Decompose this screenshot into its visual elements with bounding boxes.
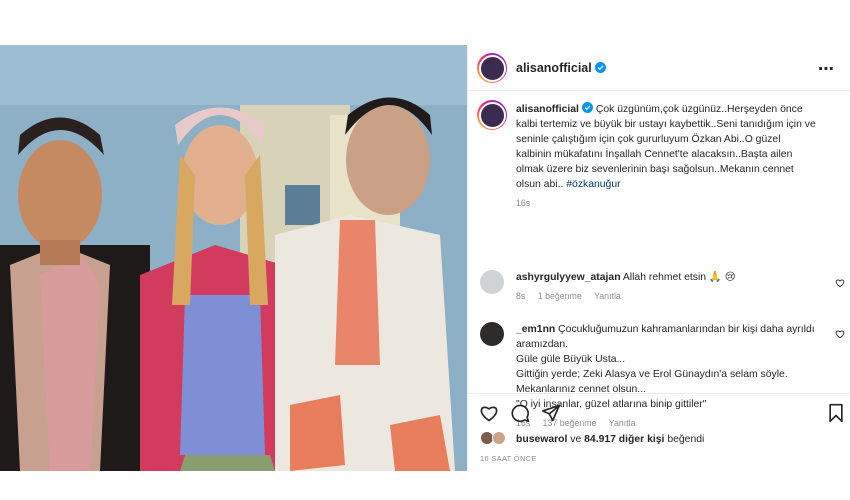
comment-like-heart-icon[interactable] <box>835 278 845 288</box>
verified-badge-icon <box>594 62 606 73</box>
caption: alisanofficial Çok üzgünüm,çok üzgünüz..… <box>516 102 816 208</box>
comment-text: Allah rehmet etsin 🙏 😢 <box>622 272 736 283</box>
caption-username[interactable]: alisanofficial <box>516 104 579 115</box>
caption-avatar[interactable] <box>477 100 507 130</box>
more-options-icon[interactable]: ⋯ <box>818 59 835 79</box>
caption-hashtag[interactable]: #özkanuğur <box>566 179 620 190</box>
post-photo[interactable] <box>0 45 467 471</box>
profile-avatar[interactable] <box>477 53 507 83</box>
post-image <box>0 45 467 471</box>
comment-like-heart-icon[interactable] <box>835 329 845 339</box>
likes-summary: busewarol ve 84.917 diğer kişi beğendi <box>480 431 704 445</box>
post-actions: busewarol ve 84.917 diğer kişi beğendi 1… <box>468 393 850 471</box>
comment-likes[interactable]: 1 beğenme <box>538 291 582 301</box>
likes-suffix: beğendi <box>664 434 705 445</box>
comment-username[interactable]: ashyrgulyyew_atajan <box>516 272 621 283</box>
verified-badge-icon <box>581 102 593 113</box>
comment-text-line: Çocukluğumuzun kahramanlarından bir kişi… <box>516 324 815 350</box>
comment-reply-button[interactable]: Yanıtla <box>594 291 621 301</box>
like-heart-icon[interactable] <box>479 403 499 423</box>
save-bookmark-icon[interactable] <box>826 403 846 423</box>
post-header: alisanofficial ⋯ <box>468 45 850 91</box>
caption-time[interactable]: 16s <box>516 198 530 208</box>
comment-item: ashyrgulyyew_atajan Allah rehmet etsin 🙏… <box>516 270 816 301</box>
comment-username[interactable]: _em1nn <box>516 324 555 335</box>
likes-count[interactable]: 84.917 diğer kişi <box>584 434 664 445</box>
liker-username[interactable]: busewarol <box>516 434 567 445</box>
comment-time[interactable]: 8s <box>516 291 525 301</box>
caption-text: Çok üzgünüm,çok üzgünüz..Herşeyden önce … <box>516 104 816 190</box>
comment-avatar[interactable] <box>480 270 504 294</box>
comment-bubble-icon[interactable] <box>510 403 530 423</box>
header-username[interactable]: alisanofficial <box>516 61 606 75</box>
likes-connector: ve <box>567 434 585 445</box>
comment-avatar[interactable] <box>480 322 504 346</box>
share-send-icon[interactable] <box>541 403 561 423</box>
comment-text-line: Gittiğin yerde; Zeki Alasya ve Erol Güna… <box>516 369 788 380</box>
comment-text-line: Güle güle Büyük Usta... <box>516 354 626 365</box>
liker-avatars <box>480 431 510 445</box>
post-timestamp[interactable]: 16 SAAT ÖNCE <box>480 454 537 463</box>
post-side-panel: alisanofficial ⋯ alisanofficial Çok üzgü… <box>467 45 850 471</box>
comments-section: alisanofficial Çok üzgünüm,çok üzgünüz..… <box>468 92 850 428</box>
